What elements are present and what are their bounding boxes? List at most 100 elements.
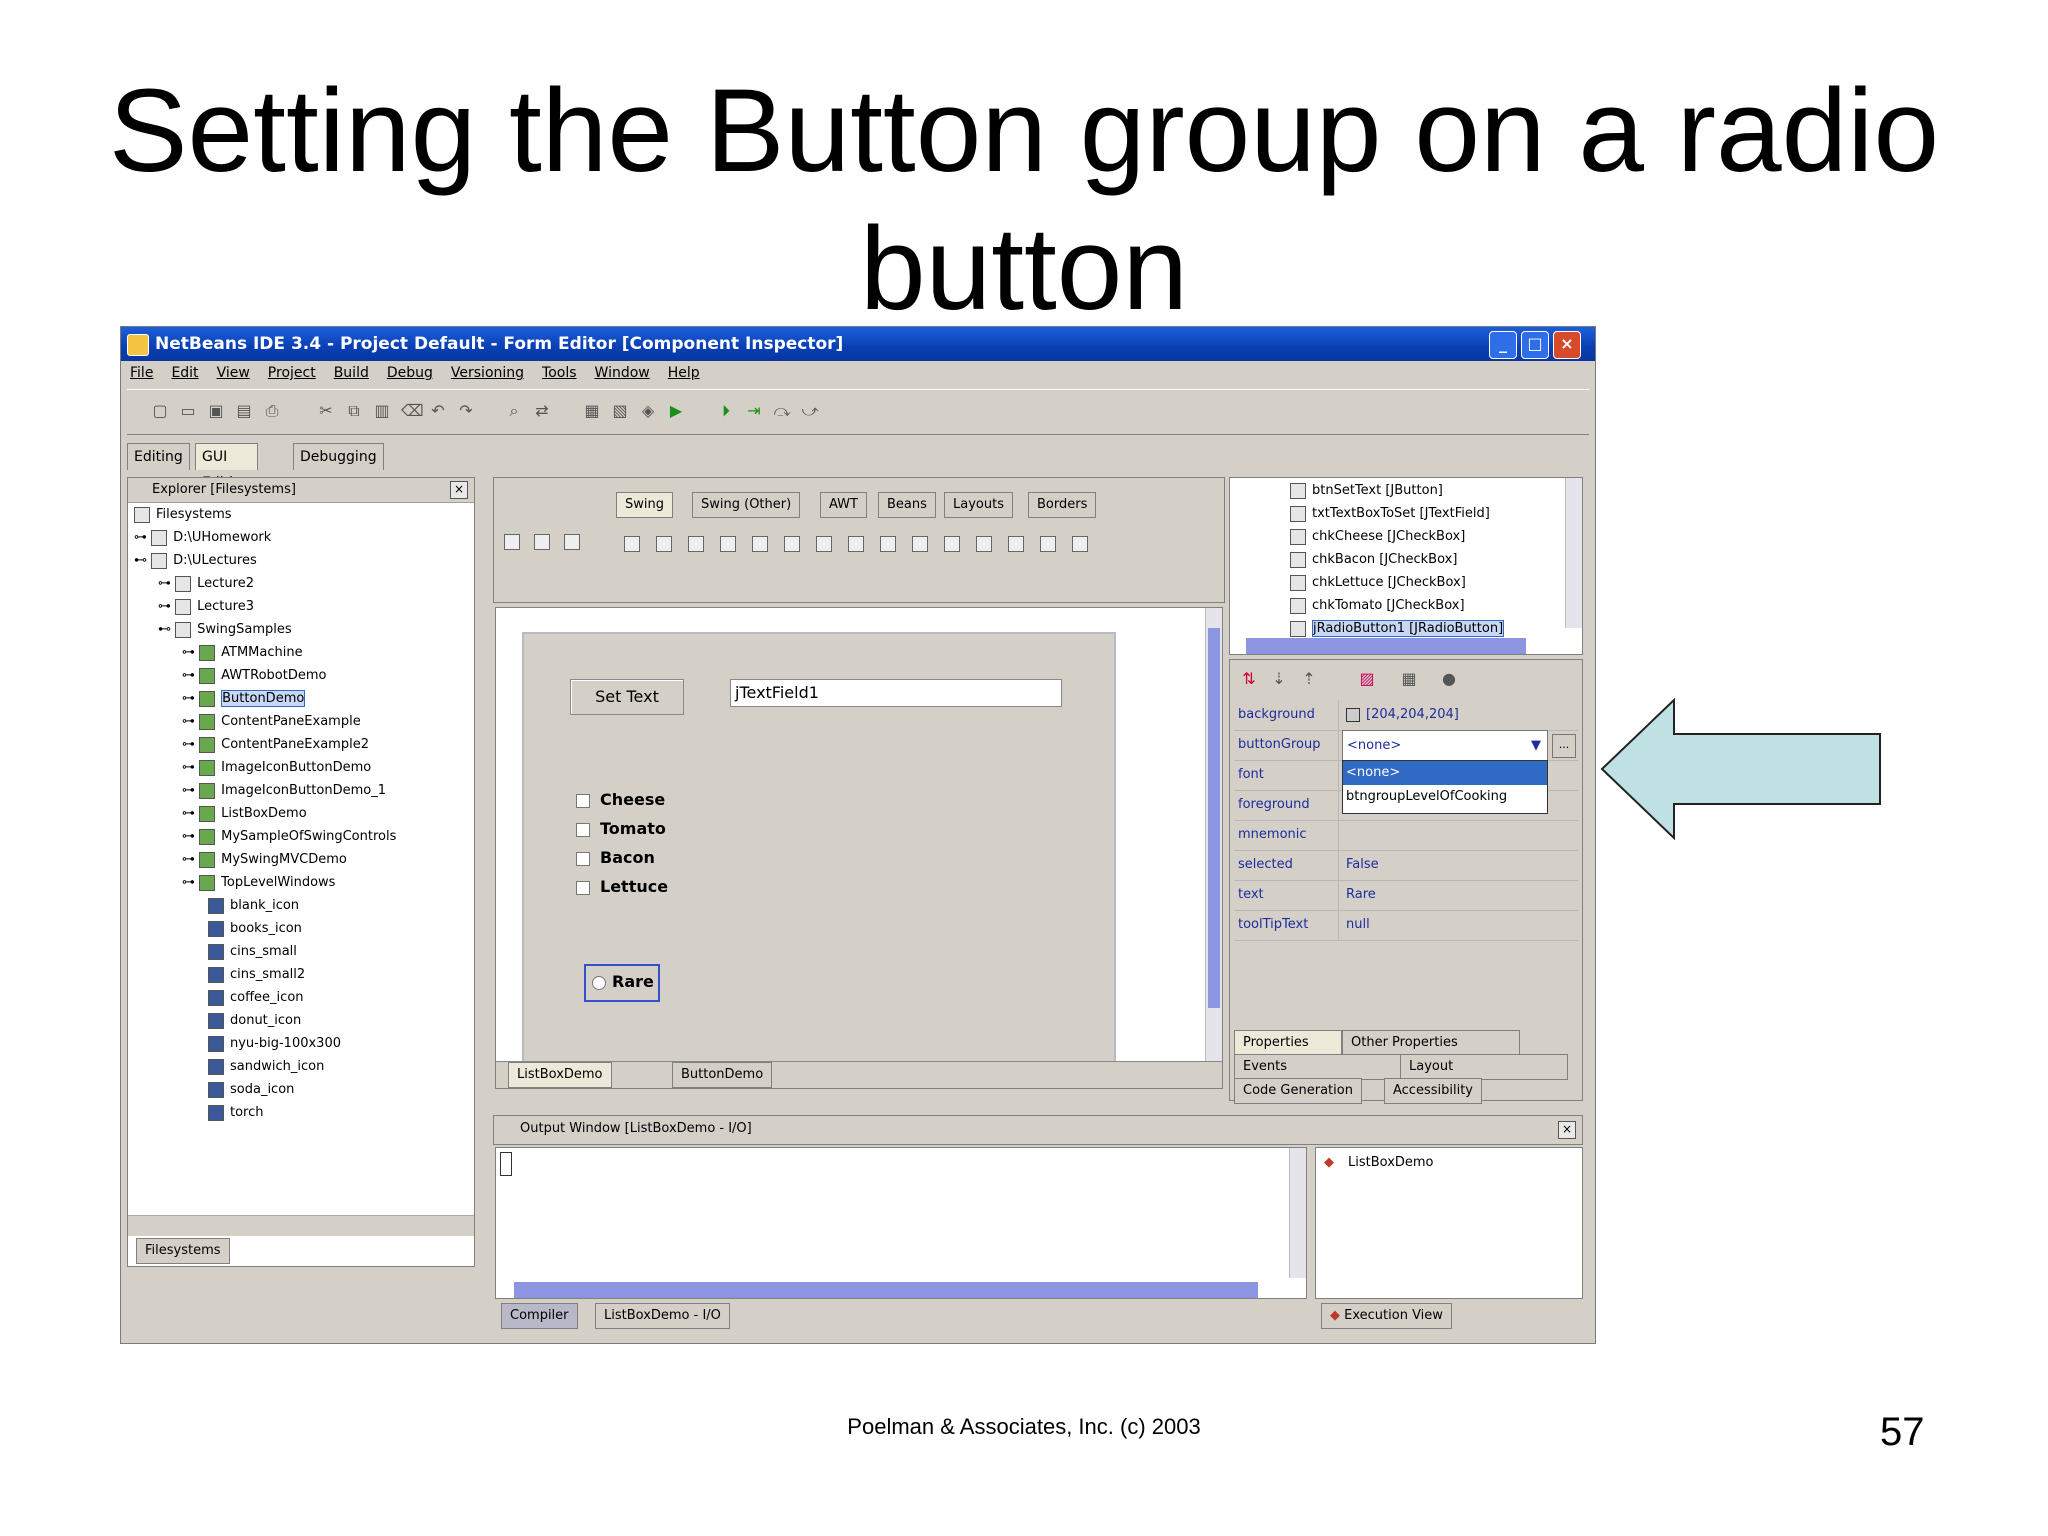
help-icon[interactable]: ● [1440,670,1458,688]
tree-item[interactable]: chkCheese [JCheckBox] [1290,526,1465,548]
tree-item[interactable]: donut_icon [208,1010,301,1032]
tab-compiler[interactable]: Compiler [501,1303,578,1329]
tree-item[interactable]: soda_icon [208,1079,294,1101]
undo-icon[interactable]: ↶ [429,402,447,420]
jpopupmenu-icon[interactable] [1072,536,1088,552]
tree-item-selected[interactable]: ⊶ ButtonDemo [182,688,306,710]
run-icon[interactable]: ▶ [667,402,685,420]
step-icon[interactable]: ⇥ [745,402,763,420]
tree-item[interactable]: sandwich_icon [208,1056,324,1078]
menu-edit[interactable]: Edit [162,361,207,385]
close-button[interactable]: × [1553,331,1581,359]
tab-filesystems[interactable]: Filesystems [136,1238,230,1264]
tree-item[interactable]: ⊶ ImageIconButtonDemo [182,757,371,779]
tab-swing[interactable]: Swing [616,492,673,518]
jscrollbar-icon[interactable] [976,536,992,552]
tree-item[interactable]: ⊶ TopLevelWindows [182,872,335,894]
tree-item[interactable]: chkTomato [JCheckBox] [1290,595,1465,617]
tree-item[interactable]: ⊶ D:\UHomework [134,527,271,549]
tree-item[interactable]: coffee_icon [208,987,304,1009]
tree-item[interactable]: ⊶ AWTRobotDemo [182,665,326,687]
property-value[interactable]: Rare [1342,880,1578,910]
menu-file[interactable]: File [121,361,162,385]
output-vscroll[interactable] [1289,1148,1306,1278]
tab-beans[interactable]: Beans [878,492,936,518]
tree-item[interactable]: blank_icon [208,895,299,917]
step-over-icon[interactable]: ⤼ [773,402,791,420]
tree-item[interactable]: ⊶ ContentPaneExample [182,711,361,733]
lettuce-checkbox[interactable]: Lettuce [576,876,668,898]
menu-window[interactable]: Window [586,361,659,385]
rare-radio-button[interactable]: Rare [584,964,660,1002]
compile-icon[interactable]: ▦ [583,402,601,420]
tab-gui-editing[interactable]: GUI Editing [195,443,258,491]
form-scrollbar[interactable] [1205,608,1222,1064]
clean-icon[interactable]: ◈ [639,402,657,420]
tree-item[interactable]: Filesystems [134,504,232,526]
property-value[interactable]: [204,204,204] [1342,700,1578,730]
paste-icon[interactable]: ▥ [373,402,391,420]
tree-item[interactable]: cins_small [208,941,297,963]
jtextfield-icon[interactable] [848,536,864,552]
open-folder-icon[interactable]: ▭ [179,402,197,420]
tree-item[interactable]: ⊶ Lecture2 [158,573,254,595]
tab-swing-other[interactable]: Swing (Other) [692,492,801,518]
property-row[interactable]: background [204,204,204] [1234,700,1578,731]
tab-awt[interactable]: AWT [820,492,867,518]
tomato-checkbox[interactable]: Tomato [576,818,666,840]
tree-item[interactable]: ⊶ ATMMachine [182,642,303,664]
redo-icon[interactable]: ↷ [457,402,475,420]
buttongroup-combo[interactable]: <none> ▼ [1342,730,1548,762]
tree-item[interactable]: btnSetText [JButton] [1290,480,1443,502]
save-all-icon[interactable]: ▤ [235,402,253,420]
menu-project[interactable]: Project [259,361,325,385]
jtextarea-icon[interactable] [880,536,896,552]
maximize-button[interactable]: □ [1521,331,1549,359]
property-value[interactable]: False [1342,850,1578,880]
tree-item[interactable]: chkBacon [JCheckBox] [1290,549,1457,571]
find-icon[interactable]: ⌕ [505,402,523,420]
tab-layout[interactable]: Layout [1400,1054,1568,1080]
tab-buttondemo[interactable]: ButtonDemo [672,1062,773,1088]
minimize-button[interactable]: _ [1489,331,1517,359]
jlist-icon[interactable] [816,536,832,552]
selection-mode-icon[interactable] [504,534,520,550]
tree-item[interactable]: ⊶ Lecture3 [158,596,254,618]
tab-listboxdemo[interactable]: ListBoxDemo [508,1062,612,1088]
connection-mode-icon[interactable] [534,534,550,550]
jpanel-icon[interactable] [912,536,928,552]
tree-item-selected[interactable]: jRadioButton1 [JRadioButton] [1290,618,1505,640]
debug-run-icon[interactable]: ⏵ [717,402,735,420]
menu-help[interactable]: Help [659,361,709,385]
tree-item[interactable]: txtTextBoxToSet [JTextField] [1290,503,1490,525]
sort-by-name-icon[interactable]: ⇣ [1270,670,1288,688]
menu-tools[interactable]: Tools [533,361,586,385]
property-value[interactable] [1342,820,1578,850]
jtogglebutton-icon[interactable] [688,536,704,552]
inspector-hscroll[interactable] [1246,638,1526,654]
property-row[interactable]: selected False [1234,850,1578,881]
cheese-checkbox[interactable]: Cheese [576,789,665,811]
property-value[interactable]: null [1342,910,1578,940]
tree-item[interactable]: chkLettuce [JCheckBox] [1290,572,1466,594]
tab-code-generation[interactable]: Code Generation [1234,1078,1362,1104]
property-row[interactable]: mnemonic [1234,820,1578,851]
jlabel-icon[interactable] [624,536,640,552]
new-file-icon[interactable]: ▢ [151,402,169,420]
tab-accessibility[interactable]: Accessibility [1384,1078,1482,1104]
copy-icon[interactable]: ⧉ [345,402,363,420]
replace-icon[interactable]: ⇄ [533,402,551,420]
tree-item[interactable]: books_icon [208,918,302,940]
menu-versioning[interactable]: Versioning [442,361,533,385]
output-hscroll[interactable] [514,1282,1258,1298]
property-row[interactable]: buttonGroup <none> ▼ ... [1234,730,1578,762]
tab-listboxdemo-io[interactable]: ListBoxDemo - I/O [595,1303,730,1329]
tree-item[interactable]: cins_small2 [208,964,305,986]
tab-layouts[interactable]: Layouts [944,492,1013,518]
delete-icon[interactable]: ⌫ [401,402,424,420]
dropdown-option-btngroup[interactable]: btngroupLevelOfCooking [1343,785,1547,809]
tab-debugging[interactable]: Debugging [293,443,384,470]
save-icon[interactable]: ▣ [207,402,225,420]
jcheckbox-icon[interactable] [720,536,736,552]
dropdown-option-none[interactable]: <none> [1343,761,1547,785]
